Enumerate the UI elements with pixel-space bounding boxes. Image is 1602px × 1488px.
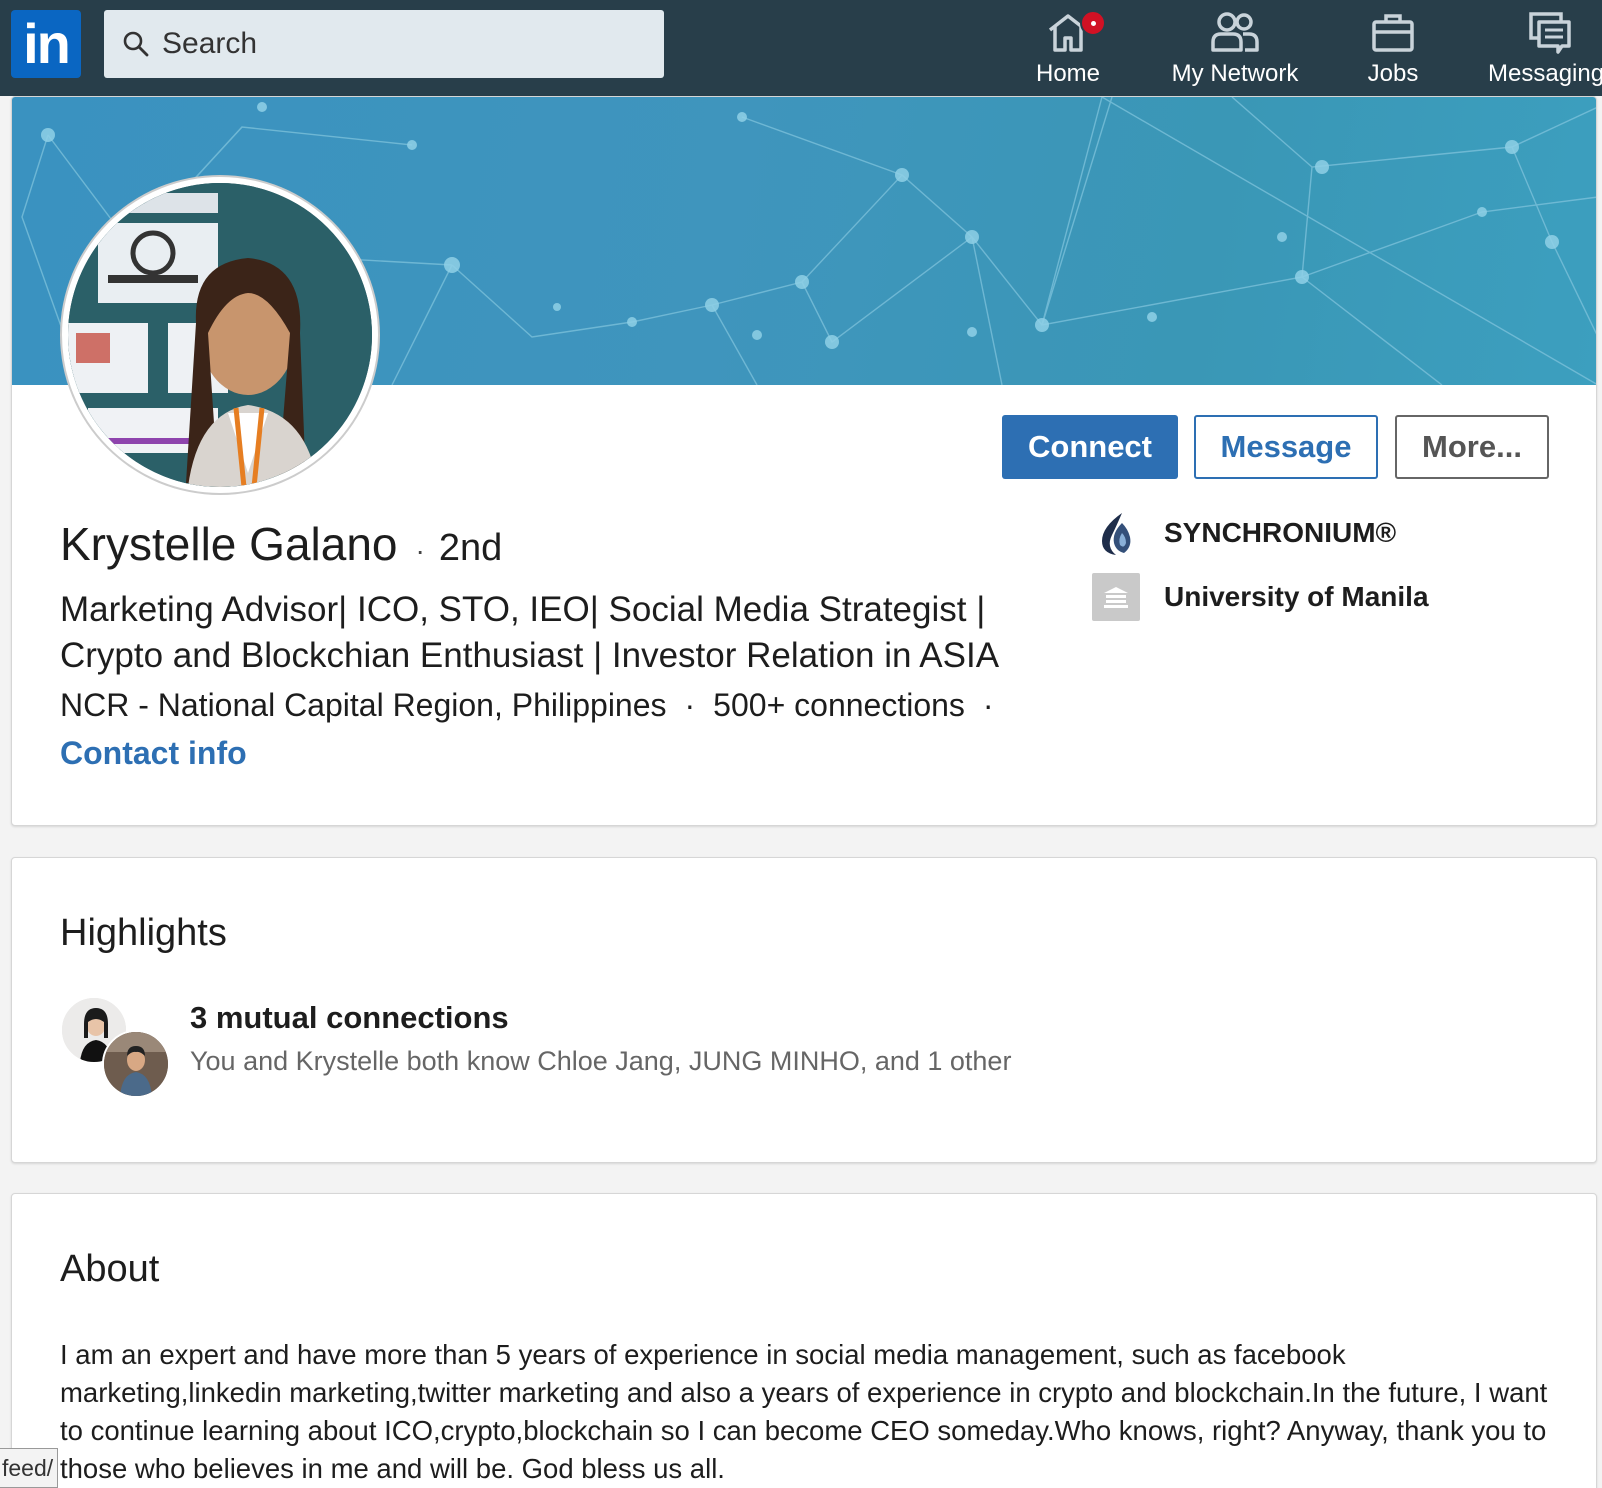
profile-card: Connect Message More... Krystelle Galano… [11, 96, 1597, 826]
nav-messaging[interactable]: Messaging [1486, 8, 1602, 88]
nav-messaging-label: Messaging [1488, 60, 1602, 87]
nav-home[interactable]: Home [1030, 8, 1106, 88]
mutual-connection-avatar-2[interactable] [102, 1030, 170, 1098]
messaging-icon [1529, 12, 1571, 54]
nav-jobs[interactable]: Jobs [1353, 8, 1433, 88]
location-separator: · [684, 687, 696, 723]
nav-my-network[interactable]: My Network [1160, 8, 1310, 88]
mutual-connections-description: You and Krystelle both know Chloe Jang, … [190, 1046, 1012, 1076]
highlights-title: Highlights [60, 912, 227, 954]
nav-jobs-label: Jobs [1367, 60, 1419, 87]
school-name: University of Manila [1164, 581, 1429, 612]
profile-photo-image [68, 183, 372, 487]
top-navigation-bar: in Search Home My Network Jobs Messaging [0, 0, 1602, 96]
degree-separator: · [415, 535, 425, 566]
mutual-avatar-image-2 [104, 1032, 168, 1096]
mutual-connections-link[interactable]: 3 mutual connections [190, 1000, 509, 1036]
about-text: I am an expert and have more than 5 year… [60, 1339, 1548, 1484]
about-card: About I am an expert and have more than … [11, 1193, 1597, 1488]
connections-count[interactable]: 500+ connections [713, 687, 965, 724]
name-row: Krystelle Galano · 2nd [60, 517, 502, 571]
profile-photo[interactable] [62, 177, 378, 493]
message-button[interactable]: Message [1194, 415, 1378, 479]
highlights-card: Highlights 3 mutual connections You and … [11, 857, 1597, 1163]
synchronium-logo-icon [1102, 513, 1131, 555]
briefcase-icon [1372, 14, 1414, 52]
connections-separator: · [982, 687, 994, 723]
location-row: NCR - National Capital Region, Philippin… [60, 687, 1012, 724]
school-link[interactable]: University of Manila [1092, 573, 1429, 621]
connect-button[interactable]: Connect [1002, 415, 1178, 479]
nav-my-network-label: My Network [1171, 60, 1299, 87]
search-input[interactable]: Search [104, 10, 664, 78]
connection-degree: 2nd [438, 527, 503, 569]
about-title: About [60, 1248, 160, 1290]
linkedin-logo[interactable]: in [11, 10, 81, 78]
status-bar-url: feed/ [0, 1448, 59, 1488]
company-name: SYNCHRONIUM® [1164, 517, 1397, 548]
profile-name: Krystelle Galano [60, 518, 398, 570]
nav-home-label: Home [1035, 60, 1101, 87]
more-button[interactable]: More... [1395, 415, 1549, 479]
school-icon [1092, 573, 1140, 621]
search-placeholder: Search [162, 27, 258, 60]
notification-badge [1080, 10, 1106, 36]
search-icon [123, 31, 149, 57]
company-link[interactable]: SYNCHRONIUM® [1092, 509, 1396, 557]
network-icon [1211, 12, 1259, 52]
contact-info-link[interactable]: Contact info [60, 735, 247, 772]
profile-headline: Marketing Advisor| ICO, STO, IEO| Social… [60, 590, 1000, 675]
profile-location: NCR - National Capital Region, Philippin… [60, 687, 667, 723]
